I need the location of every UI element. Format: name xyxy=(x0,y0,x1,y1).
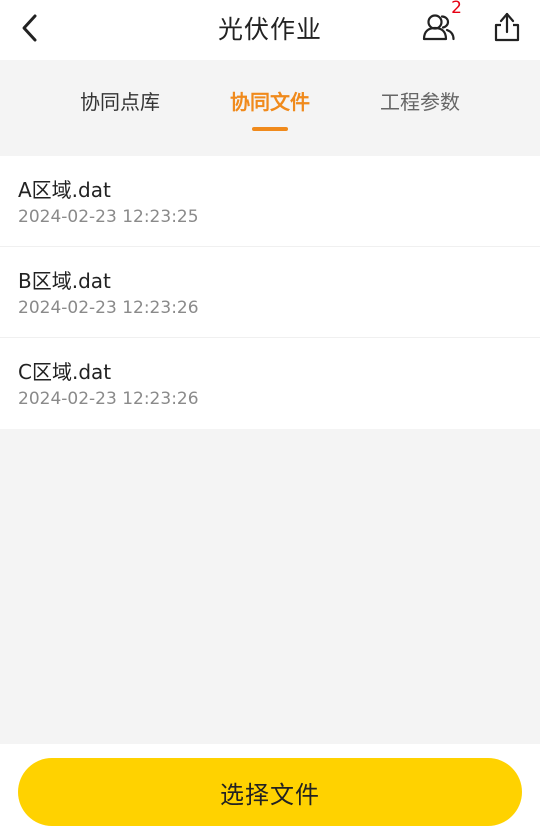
share-icon xyxy=(492,11,522,43)
file-timestamp: 2024-02-23 12:23:26 xyxy=(18,389,199,409)
file-name: B区域.dat xyxy=(18,269,111,293)
chevron-left-icon xyxy=(19,13,41,43)
file-name: A区域.dat xyxy=(18,178,111,202)
active-tab-indicator xyxy=(252,127,288,131)
list-item[interactable]: B区域.dat 2024-02-23 12:23:26 xyxy=(0,247,540,338)
list-item[interactable]: C区域.dat 2024-02-23 12:23:26 xyxy=(0,338,540,429)
back-button[interactable] xyxy=(8,6,52,50)
footer-bar: 选择文件 xyxy=(0,744,540,831)
tab-bar: 协同点库 协同文件 工程参数 xyxy=(0,60,540,156)
share-button[interactable] xyxy=(484,4,530,50)
list-item[interactable]: A区域.dat 2024-02-23 12:23:25 xyxy=(0,156,540,247)
members-count-badge: 2 xyxy=(451,0,462,18)
tab-collab-points[interactable]: 协同点库 xyxy=(50,60,190,140)
file-name: C区域.dat xyxy=(18,360,112,384)
file-timestamp: 2024-02-23 12:23:26 xyxy=(18,298,199,318)
select-file-button[interactable]: 选择文件 xyxy=(18,758,522,826)
members-button[interactable]: 2 xyxy=(414,0,464,50)
file-timestamp: 2024-02-23 12:23:25 xyxy=(18,207,199,227)
top-bar: 光伏作业 2 xyxy=(0,0,540,60)
tab-project-params[interactable]: 工程参数 xyxy=(350,60,490,140)
file-list: A区域.dat 2024-02-23 12:23:25 B区域.dat 2024… xyxy=(0,156,540,429)
